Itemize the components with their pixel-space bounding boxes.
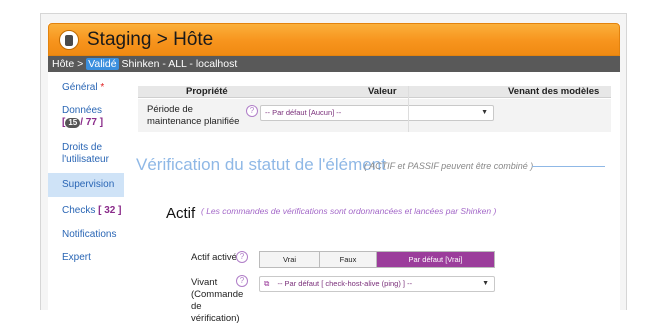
column-header-from-models: Venant des modèles [508,86,600,97]
database-icon [59,30,79,50]
sidebar-item-label: Supervision [62,179,115,190]
sidebar-item-label: Données [62,105,103,116]
page-title: Staging > Hôte [87,29,214,50]
question-icon[interactable]: ? [236,275,248,287]
sidebar-item-supervision[interactable]: Supervision [48,173,124,197]
column-header-property: Propriété [186,86,228,97]
count-badge: [ 32 ] [98,205,122,216]
column-header-value: Valeur [368,86,397,97]
maintenance-select[interactable]: -- Par défaut [Aucun] -- ▼ [260,105,494,121]
status-badge: Validé [86,58,119,70]
sidebar-item-label: Notifications [62,229,117,240]
section-subtitle: ( ACTIF et PASSIF peuvent être combiné ) [364,161,534,171]
table-header: Propriété Valeur Venant des modèles [138,86,611,98]
section-title: Vérification du statut de l'élément [136,155,386,174]
vivant-select[interactable]: ⧉ -- Par défaut [ check-host-alive (ping… [259,276,495,292]
sidebar-item-label: Checks [62,205,96,216]
question-icon[interactable]: ? [246,105,258,117]
page-header: Staging > Hôte [48,23,620,56]
option-vrai[interactable]: Vrai [260,252,320,267]
chevron-down-icon: ▼ [482,280,489,287]
actif-enabled-toggle[interactable]: Vrai Faux Par défaut [Vrai] [259,251,495,268]
vivant-label: Vivant (Commande de vérification) [191,277,244,324]
sidebar-item-droits[interactable]: Droits de l'utilisateur [48,142,124,166]
sidebar-item-label: Général [62,82,98,93]
sidebar-item-donnees[interactable]: Données [15/ 77 ] [48,105,124,129]
option-faux[interactable]: Faux [320,252,377,267]
sidebar-item-label: Droits de l'utilisateur [62,142,109,165]
section-divider [532,166,605,167]
maintenance-label: Période de maintenance planifiée [147,104,240,127]
column-divider [408,86,409,132]
sidebar-item-checks[interactable]: Checks [ 32 ] [48,205,124,217]
required-marker: * [100,82,105,93]
question-icon[interactable]: ? [236,251,248,263]
actif-enabled-label: Actif activé [191,252,237,263]
maintenance-select-value: -- Par défaut [Aucun] -- [265,108,342,117]
actif-title: Actif [166,205,196,222]
external-link-icon[interactable]: ⧉ [264,279,269,288]
sidebar-item-expert[interactable]: Expert [48,252,124,264]
chevron-down-icon: ▼ [481,109,488,116]
table-row: Période de maintenance planifiée ? -- Pa… [138,99,611,132]
main-panel: Staging > Hôte Hôte > Validé Shinken - A… [48,23,620,324]
breadcrumb-item: Shinken - ALL - localhost [121,58,238,70]
breadcrumb: Hôte > Validé Shinken - ALL - localhost [48,56,620,72]
actif-subtitle: ( Les commandes de vérifications sont or… [201,206,497,216]
count-badge: 15 [65,118,81,128]
breadcrumb-prefix[interactable]: Hôte > [52,58,83,70]
vivant-select-value: -- Par défaut [ check-host-alive (ping) … [277,279,413,288]
sidebar-item-label: Expert [62,252,91,263]
sidebar-item-notifications[interactable]: Notifications [48,229,124,241]
sidebar-item-general[interactable]: Général * [48,82,124,94]
option-par-defaut[interactable]: Par défaut [Vrai] [377,252,494,267]
count-total: / 77 ] [80,117,104,128]
